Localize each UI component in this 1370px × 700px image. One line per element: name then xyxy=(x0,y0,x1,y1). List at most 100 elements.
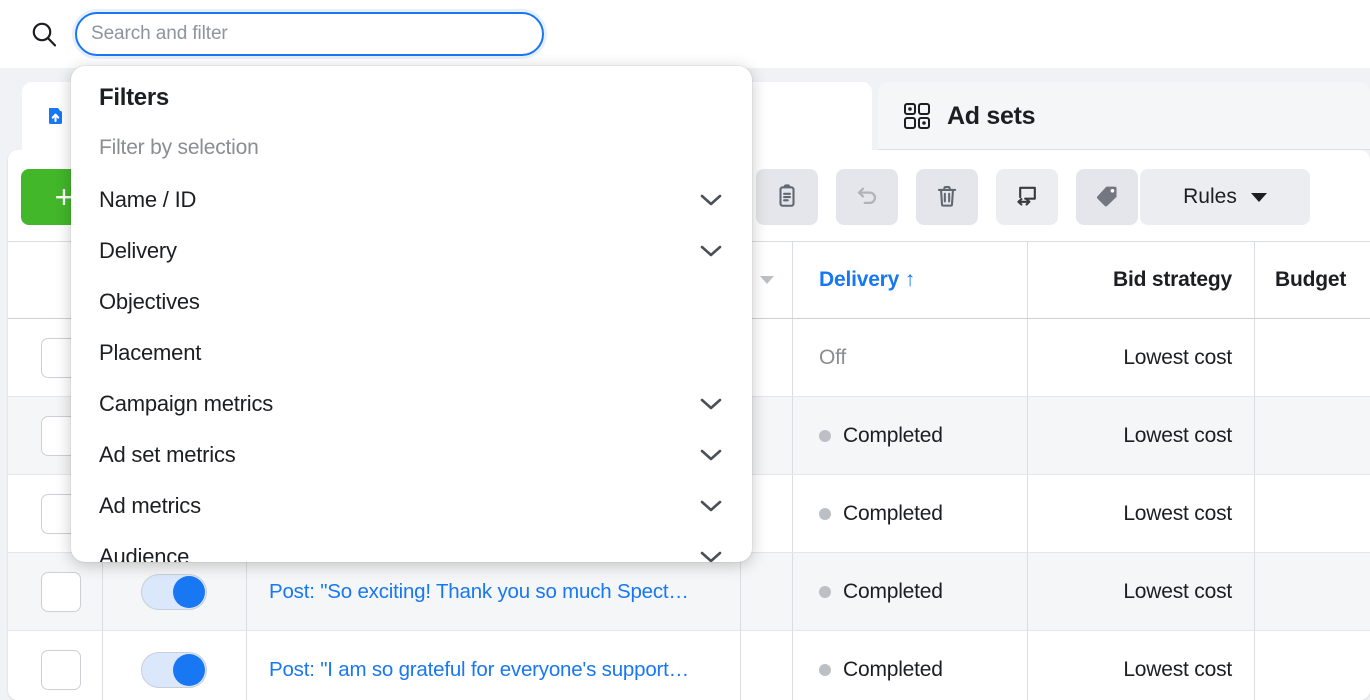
filter-item-label: Ad set metrics xyxy=(99,441,236,467)
filter-item-label: Ad metrics xyxy=(99,492,201,518)
filters-list: Name / ID Delivery Objectives Placement … xyxy=(71,174,752,562)
header-bid-strategy-cell[interactable]: Bid strategy xyxy=(1027,242,1254,318)
row-budget-cell xyxy=(1254,631,1370,700)
row-delivery-cell: Completed xyxy=(792,631,1027,700)
row-bid-value: Lowest cost xyxy=(1123,657,1232,681)
filter-item-campaign-metrics[interactable]: Campaign metrics xyxy=(71,378,752,429)
adsets-grid-icon xyxy=(902,101,932,131)
row-bid-cell: Lowest cost xyxy=(1027,553,1254,630)
filter-item-audience[interactable]: Audience xyxy=(71,531,752,562)
row-budget-cell xyxy=(1254,397,1370,474)
column-header-delivery: Delivery ↑ xyxy=(819,268,916,291)
filter-item-objectives[interactable]: Objectives xyxy=(71,276,752,327)
row-bid-value: Lowest cost xyxy=(1123,501,1232,525)
row-delivery-value: Completed xyxy=(843,501,943,525)
status-dot-icon xyxy=(819,507,831,520)
row-status-toggle[interactable] xyxy=(141,573,207,610)
row-bid-cell: Lowest cost xyxy=(1027,475,1254,552)
row-delivery-cell: Completed xyxy=(792,397,1027,474)
chevron-down-icon xyxy=(700,397,722,410)
filter-item-label: Delivery xyxy=(99,237,177,263)
tab-ad-sets[interactable]: Ad sets xyxy=(878,82,1370,150)
ab-test-icon xyxy=(1014,182,1041,212)
chevron-down-icon xyxy=(700,448,722,461)
row-bid-cell: Lowest cost xyxy=(1027,397,1254,474)
status-dot-icon xyxy=(819,663,831,676)
row-name-link[interactable]: Post: "I am so grateful for everyone's s… xyxy=(269,658,689,682)
filter-item-ad-metrics[interactable]: Ad metrics xyxy=(71,480,752,531)
filters-dropdown: Filters Filter by selection Name / ID De… xyxy=(71,66,752,562)
rules-label: Rules xyxy=(1183,185,1237,208)
toggle-knob xyxy=(173,653,205,686)
filter-item-label: Objectives xyxy=(99,288,200,314)
search-input-wrapper: Search and filter xyxy=(72,9,547,59)
clipboard-icon xyxy=(774,183,800,212)
filter-item-label: Name / ID xyxy=(99,186,197,212)
tag-icon xyxy=(1094,183,1120,212)
row-bid-value: Lowest cost xyxy=(1123,345,1232,369)
revert-button[interactable] xyxy=(836,169,898,225)
filter-item-label: Audience xyxy=(99,543,190,563)
delete-button[interactable] xyxy=(916,169,978,225)
status-dot-icon xyxy=(819,585,831,598)
row-toggle-cell xyxy=(102,553,246,630)
filter-item-delivery[interactable]: Delivery xyxy=(71,225,752,276)
row-delivery-cell: Completed xyxy=(792,553,1027,630)
table-row[interactable]: Post: "I am so grateful for everyone's s… xyxy=(8,631,1370,700)
toggle-knob xyxy=(173,575,205,608)
table-row[interactable]: Post: "So exciting! Thank you so much Sp… xyxy=(8,553,1370,631)
row-bid-value: Lowest cost xyxy=(1123,579,1232,603)
filter-item-label: Campaign metrics xyxy=(99,390,274,416)
row-budget-cell xyxy=(1254,553,1370,630)
ab-test-button[interactable] xyxy=(996,169,1058,225)
row-checkbox[interactable] xyxy=(41,649,81,690)
rules-dropdown-button[interactable]: Rules xyxy=(1140,169,1310,225)
row-delivery-cell: Completed xyxy=(792,475,1027,552)
row-bid-cell: Lowest cost xyxy=(1027,631,1254,700)
chevron-down-icon xyxy=(700,244,722,257)
status-dot-icon xyxy=(819,429,831,442)
filter-item-placement[interactable]: Placement xyxy=(71,327,752,378)
chevron-down-icon xyxy=(1250,192,1267,202)
row-select-cell xyxy=(8,631,102,700)
row-name-cell: Post: "So exciting! Thank you so much Sp… xyxy=(246,553,740,630)
row-budget-cell xyxy=(1254,319,1370,396)
header-budget-cell[interactable]: Budget xyxy=(1254,242,1370,318)
search-icon xyxy=(30,20,58,48)
search-bar: Search and filter xyxy=(0,0,1370,68)
chevron-down-icon xyxy=(700,499,722,512)
row-bid-value: Lowest cost xyxy=(1123,423,1232,447)
row-status-toggle[interactable] xyxy=(141,651,207,688)
tab-ad-sets-label: Ad sets xyxy=(947,101,1036,130)
filter-item-label: Placement xyxy=(99,339,202,365)
duplicate-button[interactable] xyxy=(756,169,818,225)
row-delivery-cell: Off xyxy=(792,319,1027,396)
column-header-bid-strategy: Bid strategy xyxy=(1113,268,1232,291)
search-placeholder: Search and filter xyxy=(91,23,228,44)
filters-subtitle: Filter by selection xyxy=(99,136,259,159)
row-name-link[interactable]: Post: "So exciting! Thank you so much Sp… xyxy=(269,580,689,604)
header-delivery-cell[interactable]: Delivery ↑ xyxy=(792,242,1027,318)
chevron-down-icon xyxy=(700,550,722,562)
row-toggle-cell xyxy=(102,631,246,700)
row-select-cell xyxy=(8,553,102,630)
caret-down-icon xyxy=(759,276,774,284)
row-bid-cell: Lowest cost xyxy=(1027,319,1254,396)
row-budget-cell xyxy=(1254,475,1370,552)
trash-icon xyxy=(934,183,960,212)
search-input[interactable]: Search and filter xyxy=(75,12,544,56)
undo-icon xyxy=(854,182,881,212)
row-delivery-value: Off xyxy=(819,345,847,369)
row-arrow-cell xyxy=(740,631,792,700)
filters-title: Filters xyxy=(99,84,169,111)
row-delivery-value: Completed xyxy=(843,657,943,681)
row-checkbox[interactable] xyxy=(41,571,81,612)
chevron-down-icon xyxy=(700,193,722,206)
column-header-budget: Budget xyxy=(1275,268,1347,291)
row-arrow-cell xyxy=(740,553,792,630)
filter-item-name-id[interactable]: Name / ID xyxy=(71,174,752,225)
filter-item-ad-set-metrics[interactable]: Ad set metrics xyxy=(71,429,752,480)
tag-button[interactable] xyxy=(1076,169,1138,225)
row-delivery-value: Completed xyxy=(843,423,943,447)
row-name-cell: Post: "I am so grateful for everyone's s… xyxy=(246,631,740,700)
